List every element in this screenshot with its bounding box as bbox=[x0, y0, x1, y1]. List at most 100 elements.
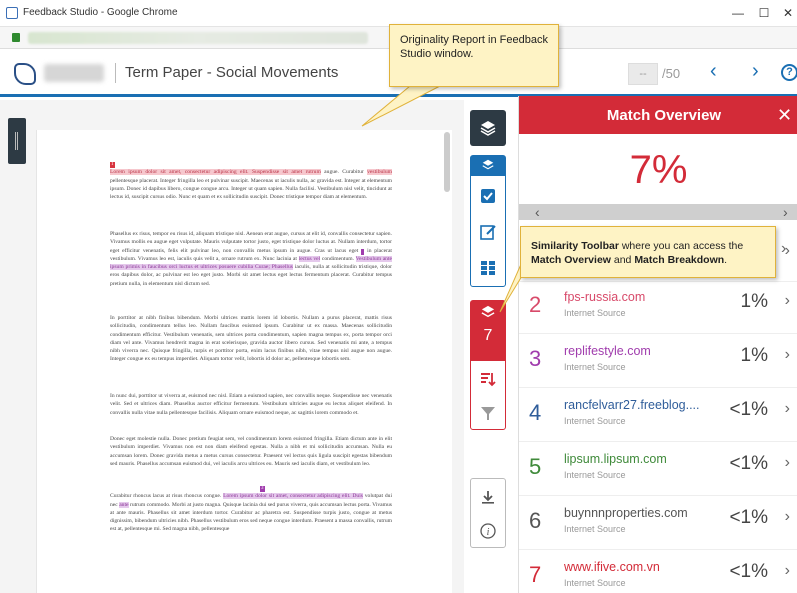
grid-icon bbox=[481, 261, 495, 275]
match-number: 6 bbox=[529, 508, 542, 533]
similarity-toolbar: 7 bbox=[470, 300, 506, 430]
rubric-button[interactable] bbox=[471, 252, 505, 284]
blurred-student-name bbox=[44, 64, 104, 82]
info-button[interactable]: i bbox=[471, 515, 505, 547]
match-row[interactable]: 5 lipsum.lipsum.com Internet Source <1% … bbox=[519, 442, 797, 496]
window-title: Feedback Studio - Google Chrome bbox=[23, 7, 178, 18]
match-source: lipsum.lipsum.com bbox=[564, 452, 667, 466]
sort-list-icon bbox=[481, 373, 496, 387]
match-source: www.ifive.com.vn bbox=[564, 560, 660, 574]
match-number: 5 bbox=[529, 454, 542, 479]
match-percent: 1% bbox=[740, 345, 768, 366]
download-icon bbox=[482, 491, 494, 504]
match-percent: <1% bbox=[729, 561, 768, 582]
maximize-button[interactable]: ☐ bbox=[754, 4, 774, 22]
match-source: replifestyle.com bbox=[564, 344, 651, 358]
match-source-type: Internet Source bbox=[564, 578, 626, 588]
scroll-right-arrow-icon[interactable]: › bbox=[783, 204, 788, 220]
header-divider bbox=[115, 63, 116, 83]
layers-icon bbox=[480, 121, 496, 136]
similarity-match-count: 7 bbox=[483, 327, 493, 344]
doc-paragraph-5: Donec eget molestie nulla. Donec pretium… bbox=[110, 436, 392, 467]
match-overview-header: Match Overview ✕ bbox=[519, 96, 797, 134]
panel-horizontal-scrollbar[interactable]: ‹ › bbox=[519, 204, 797, 220]
match-number: 3 bbox=[529, 346, 542, 371]
match-number: 7 bbox=[529, 562, 542, 587]
match-percent: <1% bbox=[729, 507, 768, 528]
match-percent: <1% bbox=[729, 399, 768, 420]
match-number: 2 bbox=[529, 292, 542, 317]
layers-icon bbox=[482, 159, 494, 170]
match-source-type: Internet Source bbox=[564, 416, 626, 426]
layers-icon bbox=[481, 305, 495, 318]
match-row[interactable]: 6 buynnnproperties.com Internet Source <… bbox=[519, 496, 797, 550]
close-window-button[interactable]: ✕ bbox=[778, 4, 797, 22]
side-panel-handle[interactable] bbox=[8, 118, 26, 164]
match-marker-3[interactable]: 3 bbox=[260, 486, 265, 492]
lock-icon bbox=[12, 33, 20, 42]
document-scrollbar[interactable] bbox=[444, 132, 450, 192]
match-source-type: Internet Source bbox=[564, 362, 626, 372]
feedback-studio-app-icon bbox=[6, 7, 18, 19]
match-percent: 1% bbox=[740, 291, 768, 312]
blue-tool-group bbox=[470, 155, 506, 287]
match-breakdown-button[interactable] bbox=[471, 363, 505, 395]
page-number-input[interactable]: -- bbox=[628, 63, 658, 85]
match-percent: <1% bbox=[729, 453, 768, 474]
highlight-match[interactable]: vestibulum bbox=[367, 169, 392, 176]
match-source-type: Internet Source bbox=[564, 308, 626, 318]
doc-paragraph-2: Phasellus ex risus, tempor eu risus id, … bbox=[110, 231, 393, 287]
turnitin-logo-icon bbox=[14, 63, 36, 85]
highlight-match[interactable]: lectus vel bbox=[298, 255, 321, 262]
overall-similarity-percent: 7% bbox=[629, 148, 688, 192]
chevron-right-icon: › bbox=[784, 292, 790, 309]
document-title: Term Paper - Social Movements bbox=[125, 64, 339, 81]
blue-layer-button[interactable] bbox=[471, 156, 505, 176]
match-source: rancfelvarr27.freeblog.... bbox=[564, 398, 700, 412]
scroll-left-arrow-icon[interactable]: ‹ bbox=[535, 204, 540, 220]
handle-grip-icon bbox=[15, 132, 18, 150]
chevron-right-icon: › bbox=[781, 240, 787, 257]
chevron-right-icon: › bbox=[784, 508, 790, 525]
close-panel-button[interactable]: ✕ bbox=[777, 105, 792, 126]
info-icon: i bbox=[480, 523, 496, 539]
help-icon[interactable]: ? bbox=[781, 64, 797, 81]
chevron-right-icon: › bbox=[784, 400, 790, 417]
filter-icon bbox=[481, 407, 495, 420]
minimize-button[interactable]: — bbox=[728, 4, 748, 22]
bottom-tool-group: i bbox=[470, 478, 506, 548]
match-overview-panel: Match Overview ✕ 7% ‹ › › 2 fps-russia.c… bbox=[518, 96, 797, 593]
doc-paragraph-6: 3 Curabitur rhoncus lacus at risus rhonc… bbox=[110, 486, 393, 533]
match-source: fps-russia.com bbox=[564, 290, 646, 304]
blurred-url[interactable] bbox=[28, 32, 368, 44]
next-page-button[interactable]: › bbox=[752, 60, 759, 83]
layers-button[interactable] bbox=[470, 110, 506, 146]
highlight-match-1[interactable]: Lorem ipsum dolor sit amet, consectetur … bbox=[110, 169, 321, 176]
match-row[interactable]: 3 replifestyle.com Internet Source 1% › bbox=[519, 334, 797, 388]
originality-report-callout: Originality Report in Feedback Studio wi… bbox=[389, 24, 559, 87]
filter-button[interactable] bbox=[471, 397, 505, 429]
edit-icon bbox=[480, 225, 496, 240]
highlight-match[interactable]: ante bbox=[119, 501, 129, 508]
feedback-summary-button[interactable] bbox=[471, 216, 505, 248]
match-overview-button[interactable]: 7 bbox=[471, 301, 505, 361]
grading-button[interactable] bbox=[471, 180, 505, 212]
chevron-right-icon: › bbox=[784, 454, 790, 471]
match-number: 4 bbox=[529, 400, 542, 425]
match-source: buynnnproperties.com bbox=[564, 506, 688, 520]
match-marker-1[interactable]: 1 bbox=[110, 162, 115, 168]
download-button[interactable] bbox=[471, 481, 505, 513]
chevron-right-icon: › bbox=[784, 562, 790, 579]
doc-paragraph-4: In nunc dui, porttitor ut viverra at, eu… bbox=[110, 393, 392, 416]
match-row[interactable]: 4 rancfelvarr27.freeblog.... Internet So… bbox=[519, 388, 797, 442]
similarity-toolbar-callout: Similarity Toolbar where you can access … bbox=[520, 226, 776, 278]
match-overview-title: Match Overview bbox=[606, 107, 722, 124]
match-source-type: Internet Source bbox=[564, 470, 626, 480]
match-row[interactable]: 2 fps-russia.com Internet Source 1% › bbox=[519, 280, 797, 334]
doc-paragraph-1: 1 Lorem ipsum dolor sit amet, consectetu… bbox=[110, 162, 392, 201]
checkbox-icon bbox=[481, 189, 495, 203]
previous-page-button[interactable]: ‹ bbox=[710, 60, 717, 83]
highlight-match-3[interactable]: Lorem ipsum dolor sit amet, consectetur … bbox=[223, 493, 363, 500]
match-row[interactable]: 7 www.ifive.com.vn Internet Source <1% › bbox=[519, 550, 797, 593]
page-total: /50 bbox=[662, 66, 681, 81]
